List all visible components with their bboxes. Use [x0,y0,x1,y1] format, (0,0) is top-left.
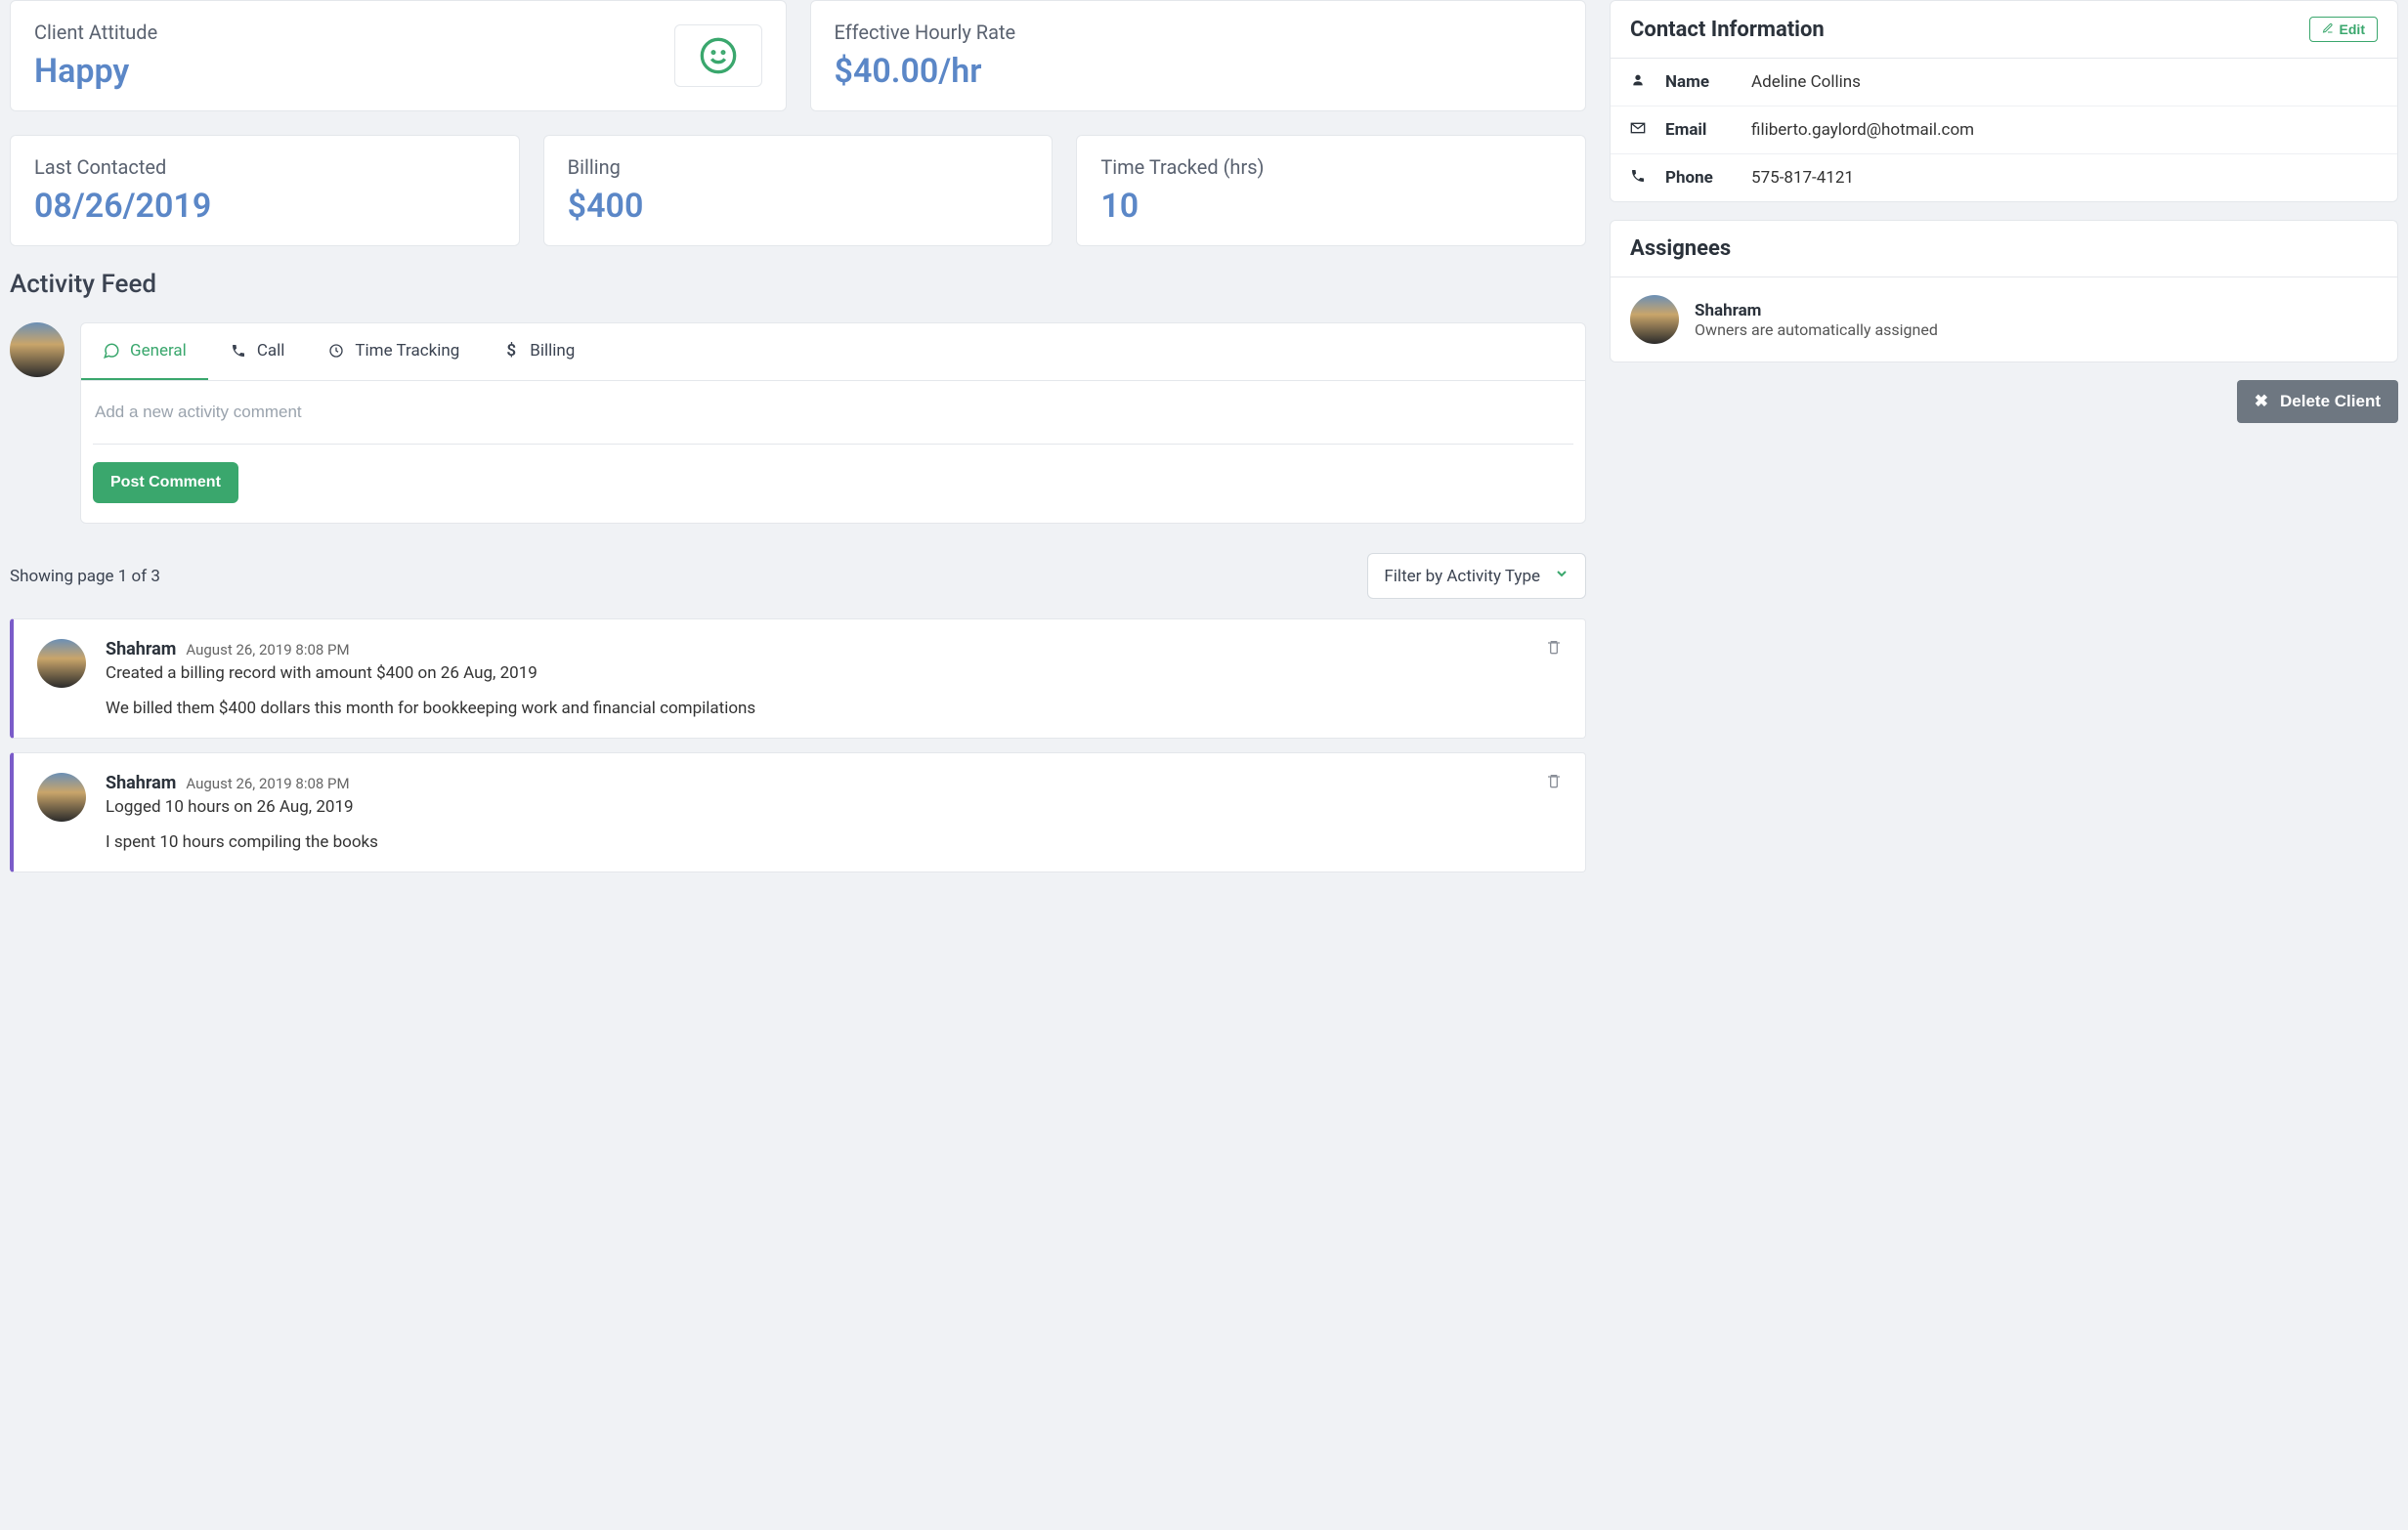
time-tracked-card: Time Tracked (hrs) 10 [1076,135,1586,246]
post-comment-button[interactable]: Post Comment [93,462,238,503]
tab-call-label: Call [257,341,285,361]
phone-value: 575-817-4121 [1751,168,1854,188]
activity-feed-title: Activity Feed [10,270,1586,299]
assignee-name: Shahram [1695,301,1938,320]
current-user-avatar [10,322,64,377]
assignees-panel: Assignees Shahram Owners are automatical… [1610,220,2398,362]
tab-general[interactable]: General [81,323,208,380]
effective-rate-value: $40.00/hr [835,52,1563,91]
client-attitude-label: Client Attitude [34,21,157,44]
contact-email-row: Email filiberto.gaylord@hotmail.com [1611,106,2397,154]
billing-value: $400 [568,187,1029,226]
pagination-info: Showing page 1 of 3 [10,567,160,586]
email-value: filiberto.gaylord@hotmail.com [1751,120,1974,140]
contact-name-row: Name Adeline Collins [1611,59,2397,106]
clock-icon [327,342,345,360]
effective-rate-card: Effective Hourly Rate $40.00/hr [810,0,1587,111]
contact-info-title: Contact Information [1630,18,1825,42]
phone-icon [1630,168,1648,188]
assignee-avatar [1630,295,1679,344]
delete-client-label: Delete Client [2280,392,2381,411]
tab-billing-label: Billing [530,341,575,361]
client-attitude-value: Happy [34,52,157,91]
tab-call[interactable]: Call [208,323,307,380]
email-label: Email [1665,120,1734,140]
activity-summary: Created a billing record with amount $40… [106,663,1526,683]
activity-author: Shahram [106,773,176,793]
edit-contact-button[interactable]: Edit [2309,17,2378,42]
activity-author: Shahram [106,639,176,659]
person-icon [1630,72,1648,92]
close-icon: ✖ [2255,392,2268,411]
assignee-subtext: Owners are automatically assigned [1695,320,1938,339]
assignees-title: Assignees [1630,236,1731,261]
delete-client-button[interactable]: ✖ Delete Client [2237,380,2398,423]
billing-label: Billing [568,155,1029,179]
activity-item: Shahram August 26, 2019 8:08 PM Created … [10,618,1586,739]
chat-icon [103,342,120,360]
activity-timestamp: August 26, 2019 8:08 PM [186,775,349,792]
phone-icon [230,342,247,360]
billing-card: Billing $400 [543,135,1054,246]
tab-time-tracking-label: Time Tracking [355,341,459,361]
smiley-icon [674,24,762,87]
phone-label: Phone [1665,168,1734,188]
filter-activity-type-dropdown[interactable]: Filter by Activity Type [1367,553,1586,599]
activity-item: Shahram August 26, 2019 8:08 PM Logged 1… [10,752,1586,872]
envelope-icon [1630,120,1648,140]
contact-phone-row: Phone 575-817-4121 [1611,154,2397,201]
contact-information-panel: Contact Information Edit Name Adeline Co… [1610,0,2398,202]
filter-label: Filter by Activity Type [1384,567,1540,586]
name-value: Adeline Collins [1751,72,1861,92]
author-avatar [37,773,86,822]
pencil-icon [2322,21,2334,37]
activity-note: We billed them $400 dollars this month f… [106,699,1526,718]
tab-general-label: General [130,341,187,361]
author-avatar [37,639,86,688]
last-contacted-value: 08/26/2019 [34,187,495,226]
delete-activity-button[interactable] [1546,773,1562,792]
chevron-down-icon [1554,566,1570,586]
delete-activity-button[interactable] [1546,639,1562,659]
last-contacted-card: Last Contacted 08/26/2019 [10,135,520,246]
tab-time-tracking[interactable]: Time Tracking [306,323,481,380]
activity-note: I spent 10 hours compiling the books [106,832,1526,852]
time-tracked-value: 10 [1100,187,1562,226]
activity-timestamp: August 26, 2019 8:08 PM [186,641,349,659]
activity-summary: Logged 10 hours on 26 Aug, 2019 [106,797,1526,817]
activity-composer: General Call Time Tracking [80,322,1586,524]
last-contacted-label: Last Contacted [34,155,495,179]
effective-rate-label: Effective Hourly Rate [835,21,1563,44]
client-attitude-card: Client Attitude Happy [10,0,787,111]
activity-comment-input[interactable] [93,399,1573,445]
time-tracked-label: Time Tracked (hrs) [1100,155,1562,179]
tab-billing[interactable]: $ Billing [481,323,596,380]
dollar-icon: $ [502,342,520,360]
name-label: Name [1665,72,1734,92]
edit-label: Edit [2340,21,2365,37]
